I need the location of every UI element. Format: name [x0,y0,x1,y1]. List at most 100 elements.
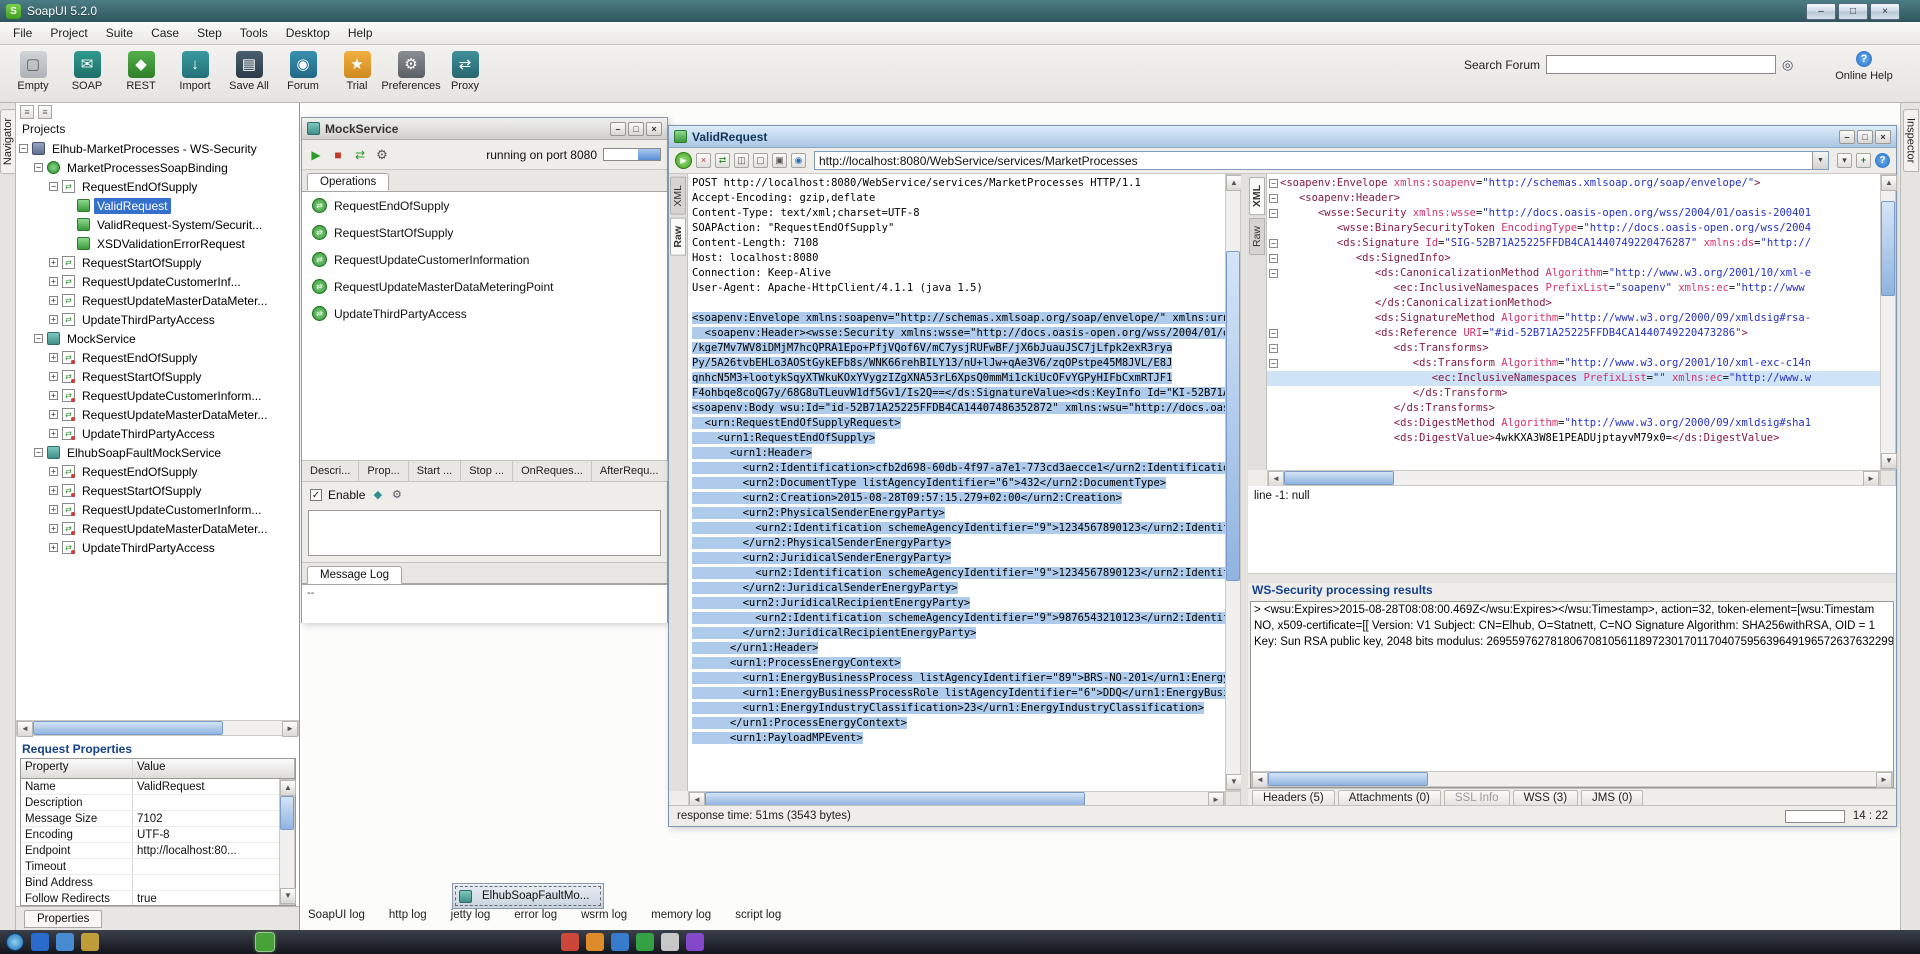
taskbar-app-icon[interactable] [636,933,654,951]
tree-item[interactable]: +RequestUpdateCustomerInform... [16,386,299,405]
mock-detail-tab[interactable]: AfterRequ... [592,461,668,481]
property-row[interactable]: Bind Address [21,875,279,891]
tree-expander-icon[interactable]: + [49,524,58,533]
log-tab-script-log[interactable]: script log [735,909,781,921]
mock-detail-tab[interactable]: Stop ... [461,461,513,481]
mock-detail-tab[interactable]: OnReques... [513,461,592,481]
menu-help[interactable]: Help [339,23,382,43]
wss-tab[interactable]: WSS (3) [1513,790,1578,806]
fold-toggle-icon[interactable]: − [1269,209,1278,218]
maximize-button[interactable] [1857,130,1873,144]
endpoint-combo[interactable]: http://localhost:8080/WebService/service… [814,151,1829,170]
tree-expander-icon[interactable]: + [49,543,58,552]
tree-expander-icon[interactable]: + [49,486,58,495]
tree-expander-icon[interactable]: − [49,182,58,191]
tab-layout-icon[interactable] [1837,153,1852,168]
tree-item[interactable]: +RequestStartOfSupply [16,253,299,272]
toolbar-button-proxy[interactable]: ⇄Proxy [438,48,492,92]
xml-view-tab[interactable]: XML [670,177,686,215]
restart-mockservice-button[interactable] [352,147,368,163]
tree-expander-icon[interactable]: + [49,467,58,476]
response-horizontal-scrollbar[interactable] [1267,470,1880,486]
tree-item[interactable]: +RequestStartOfSupply [16,481,299,500]
script-editor[interactable] [308,510,661,556]
taskbar-app-icon[interactable] [81,933,99,951]
expand-all-icon[interactable] [38,105,52,119]
enable-checkbox[interactable] [310,489,322,501]
taskbar-app-icon[interactable] [31,933,49,951]
menu-step[interactable]: Step [188,23,231,43]
fold-toggle-icon[interactable]: − [1269,179,1278,188]
toolbar-button-forum[interactable]: ◉Forum [276,48,330,92]
log-tab-error-log[interactable]: error log [514,909,557,921]
cancel-request-icon[interactable] [696,153,711,168]
edit-script-icon[interactable] [371,489,384,502]
log-tab-jetty-log[interactable]: jetty log [451,909,491,921]
scroll-down-icon[interactable] [1226,774,1242,790]
mockservice-options-button[interactable] [374,147,390,163]
endpoint-dropdown-icon[interactable] [1812,152,1828,169]
taskbar-app-icon[interactable] [661,933,679,951]
toolbar-button-import[interactable]: ↓Import [168,48,222,92]
resubmit-icon[interactable] [715,153,730,168]
split-view-icon[interactable] [734,153,749,168]
property-row[interactable]: NameValidRequest [21,779,279,795]
fold-toggle-icon[interactable]: − [1269,194,1278,203]
tree-item[interactable]: ValidRequest [16,196,299,215]
search-forum-input[interactable] [1546,55,1776,74]
tree-item[interactable]: ValidRequest-System/Securit... [16,215,299,234]
minimized-window-elhubsoapfault[interactable]: ElhubSoapFaultMo... [452,883,604,909]
fold-toggle-icon[interactable]: − [1269,344,1278,353]
operation-item[interactable]: UpdateThirdPartyAccess [302,300,667,327]
maximize-button[interactable] [1838,3,1868,20]
toolbar-button-preferences[interactable]: ⚙Preferences [384,48,438,92]
submit-request-button[interactable] [675,152,692,169]
log-tab-soapui-log[interactable]: SoapUI log [308,909,365,921]
inspector-tab[interactable]: Inspector [1903,109,1919,172]
menu-suite[interactable]: Suite [97,23,142,43]
navigator-tab[interactable]: Navigator [0,109,16,174]
tree-expander-icon[interactable]: + [49,277,58,286]
raw-view-tab[interactable]: Raw [1249,218,1265,255]
tree-item[interactable]: +RequestUpdateCustomerInf... [16,272,299,291]
scroll-left-icon[interactable] [17,721,33,737]
tree-horizontal-scrollbar[interactable] [16,720,299,736]
log-tab-http-log[interactable]: http log [389,909,427,921]
tree-expander-icon[interactable]: + [49,429,58,438]
search-icon[interactable] [1782,57,1800,73]
fold-toggle-icon[interactable]: − [1269,254,1278,263]
tree-item[interactable]: +RequestUpdateMasterDataMeter... [16,519,299,538]
tree-expander-icon[interactable]: + [49,505,58,514]
tree-expander-icon[interactable]: − [34,334,43,343]
mock-detail-tab[interactable]: Prop... [359,461,408,481]
property-row[interactable]: Message Size7102 [21,811,279,827]
log-tab-wsrm-log[interactable]: wsrm log [581,909,627,921]
scroll-right-icon[interactable] [1863,471,1879,487]
validrequest-titlebar[interactable]: ValidRequest [669,126,1896,148]
tree-item[interactable]: −MarketProcessesSoapBinding [16,158,299,177]
operation-item[interactable]: RequestUpdateMasterDataMeteringPoint [302,273,667,300]
operation-item[interactable]: RequestUpdateCustomerInformation [302,246,667,273]
wss-results-box[interactable]: > <wsu:Expires>2015-08-28T08:08:00.469Z<… [1250,601,1894,788]
scrollbar-thumb[interactable] [705,792,1085,806]
property-row[interactable]: Endpointhttp://localhost:80... [21,843,279,859]
menu-file[interactable]: File [4,23,41,43]
scrollbar-thumb[interactable] [280,796,294,830]
headers-tab[interactable]: Headers (5) [1252,790,1335,806]
tree-expander-icon[interactable]: + [49,372,58,381]
minimize-button[interactable] [610,122,626,136]
tree-item[interactable]: −RequestEndOfSupply [16,177,299,196]
scroll-up-icon[interactable] [280,780,296,796]
taskbar-app-icon[interactable] [611,933,629,951]
close-icon[interactable] [646,122,662,136]
fold-toggle-icon[interactable]: − [1269,269,1278,278]
response-editor[interactable]: −<soapenv:Envelope xmlns:soapenv="http:/… [1267,174,1880,470]
close-icon[interactable] [1875,130,1891,144]
jms-tab[interactable]: JMS (0) [1581,790,1643,806]
maximize-button[interactable] [628,122,644,136]
mock-detail-tab[interactable]: Start ... [409,461,461,481]
pane-splitter[interactable] [1241,174,1248,807]
online-help-button[interactable]: Online Help [1824,51,1904,82]
message-log-tab[interactable]: Message Log [307,566,402,584]
create-mock-icon[interactable] [791,153,806,168]
